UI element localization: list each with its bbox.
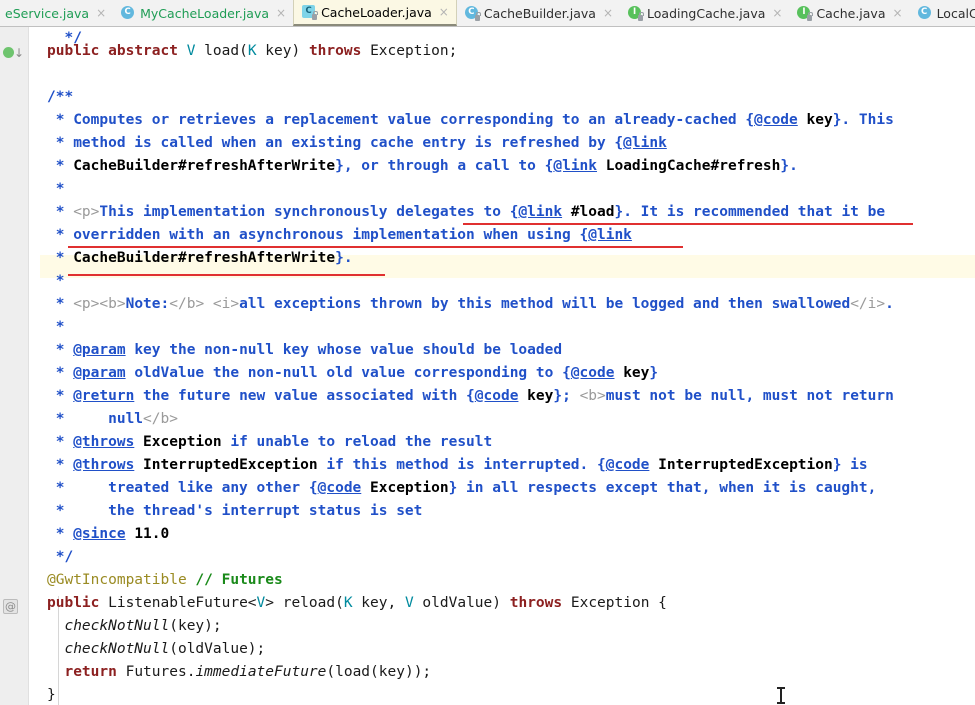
implementing-method-icon[interactable]: ↓ — [3, 47, 24, 61]
tab-label: LoadingCache.java — [647, 5, 766, 21]
tab-label: CacheBuilder.java — [483, 5, 596, 21]
editor-folding-strip[interactable] — [29, 27, 40, 705]
editor-tab-cache[interactable]: I Cache.java × — [789, 0, 910, 26]
code-line[interactable]: * method is called when an existing cach… — [40, 132, 667, 155]
code-line[interactable]: */ — [40, 546, 73, 569]
code-line[interactable]: return Futures.immediateFuture(load(key)… — [40, 661, 431, 684]
code-line[interactable]: * overridden with an asynchronous implem… — [40, 224, 632, 247]
code-line[interactable]: * — [40, 270, 65, 293]
tab-label: Cache.java — [816, 5, 886, 21]
code-line[interactable]: public abstract V load(K key) throws Exc… — [40, 40, 457, 63]
editor-tab-localcache[interactable]: C LocalCache.java — [909, 0, 975, 26]
code-line[interactable]: checkNotNull(oldValue); — [40, 638, 265, 661]
interface-locked-icon: I — [797, 6, 814, 21]
code-line[interactable]: @GwtIncompatible // Futures — [40, 569, 283, 592]
close-icon[interactable]: × — [893, 7, 903, 19]
code-line[interactable]: public ListenableFuture<V> reload(K key,… — [40, 592, 667, 615]
close-icon[interactable]: × — [603, 7, 613, 19]
tab-label: MyCacheLoader.java — [140, 5, 270, 21]
grammar-warning-underline — [68, 274, 385, 276]
code-line[interactable]: * @since 11.0 — [40, 523, 170, 546]
close-icon[interactable]: × — [96, 7, 106, 19]
code-line[interactable]: * — [40, 178, 65, 201]
editor-tab-cacheloader[interactable]: C CacheLoader.java × — [293, 0, 457, 26]
tab-label: CacheLoader.java — [321, 4, 432, 20]
editor-tab-cachebuilder[interactable]: C CacheBuilder.java × — [456, 0, 621, 26]
close-icon[interactable]: × — [772, 7, 782, 19]
class-icon: C — [917, 6, 932, 20]
editor-gutter[interactable]: ↓ @ — [0, 27, 29, 705]
close-icon[interactable]: × — [276, 7, 286, 19]
editor-tab-loadingcache[interactable]: I LoadingCache.java × — [620, 0, 790, 26]
grammar-warning-underline — [463, 223, 913, 225]
editor-tab-mycacheloader[interactable]: C MyCacheLoader.java × — [113, 0, 294, 26]
code-line[interactable]: /** — [40, 86, 73, 109]
tab-label: LocalCache.java — [936, 5, 975, 21]
code-line[interactable]: * @throws Exception if unable to reload … — [40, 431, 493, 454]
interface-locked-icon: I — [628, 6, 645, 21]
code-line[interactable]: * @throws InterruptedException if this m… — [40, 454, 868, 477]
code-line[interactable]: * Computes or retrieves a replacement va… — [40, 109, 894, 132]
annotation-gutter-icon[interactable]: @ — [3, 599, 18, 614]
editor-text-area[interactable]: */ public abstract V load(K key) throws … — [40, 27, 975, 705]
class-icon: C — [121, 6, 135, 20]
code-line[interactable]: * treated like any other {@code Exceptio… — [40, 477, 877, 500]
code-line[interactable]: * <p>This implementation synchronously d… — [40, 201, 885, 224]
code-line[interactable]: checkNotNull(key); — [40, 615, 221, 638]
code-line[interactable]: * @return the future new value associate… — [40, 385, 894, 408]
code-line[interactable]: * CacheBuilder#refreshAfterWrite}, or th… — [40, 155, 798, 178]
tab-label: eService.java — [5, 5, 90, 21]
mouse-text-cursor — [777, 687, 785, 704]
code-line[interactable]: * @param key the non-null key whose valu… — [40, 339, 562, 362]
class-locked-icon: C — [302, 5, 319, 20]
grammar-warning-underline — [68, 246, 683, 248]
code-line[interactable]: * @param oldValue the non-null old value… — [40, 362, 658, 385]
class-locked-icon: C — [464, 6, 481, 21]
editor-tab-bar: eService.java × C MyCacheLoader.java × C… — [0, 0, 975, 27]
code-line[interactable]: * the thread's interrupt status is set — [40, 500, 423, 523]
editor-tab-eservice[interactable]: eService.java × — [0, 0, 114, 26]
close-icon[interactable]: × — [439, 6, 449, 18]
code-line[interactable]: * null</b> — [40, 408, 178, 431]
code-line[interactable]: } — [40, 684, 56, 705]
code-line[interactable]: * <p><b>Note:</b> <i>all exceptions thro… — [40, 293, 894, 316]
code-line[interactable]: * — [40, 316, 65, 339]
code-line[interactable]: * CacheBuilder#refreshAfterWrite}. — [40, 247, 353, 270]
code-editor[interactable]: ↓ @ */ public abstract V load(K key) thr… — [0, 27, 975, 705]
